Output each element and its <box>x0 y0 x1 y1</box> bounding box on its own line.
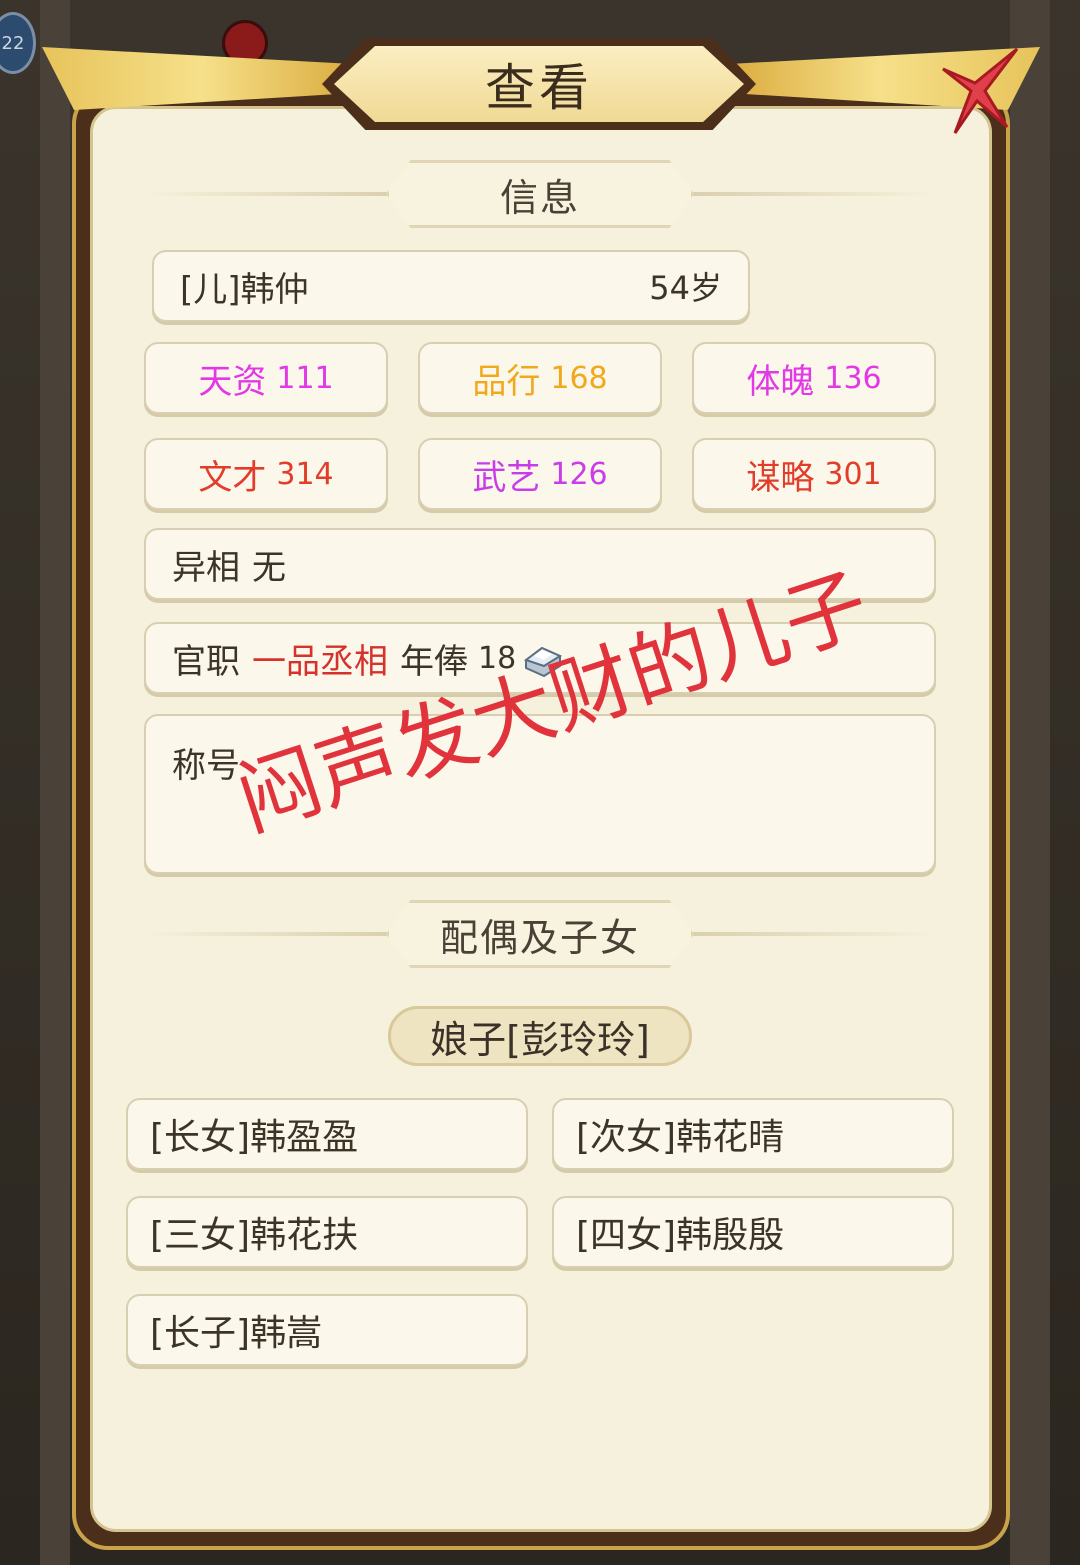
child-item[interactable]: [长子]韩嵩 <box>126 1294 528 1366</box>
divider-right <box>686 932 936 936</box>
stat-value: 136 <box>824 360 882 396</box>
office-label: 官职 <box>172 641 240 682</box>
stat-label: 文才 <box>198 457 267 498</box>
stat-strategy: 谋略 301 <box>692 438 936 510</box>
trait-value: 无 <box>252 547 286 588</box>
divider-left <box>144 192 394 196</box>
child-item[interactable]: [次女]韩花晴 <box>552 1098 954 1170</box>
child-item[interactable]: [长女]韩盈盈 <box>126 1098 528 1170</box>
spouse-button[interactable]: 娘子[彭玲玲] <box>388 1006 692 1066</box>
stat-value: 111 <box>276 360 334 396</box>
close-icon <box>942 47 1019 134</box>
stat-literature: 文才 314 <box>144 438 388 510</box>
trait-label: 异相 <box>172 547 240 588</box>
stat-physique: 体魄 136 <box>692 342 936 414</box>
stat-label: 天资 <box>198 361 267 402</box>
office-rank: 一品丞相 <box>252 641 388 682</box>
stat-label: 武艺 <box>472 457 541 498</box>
child-item[interactable]: [三女]韩花扶 <box>126 1196 528 1268</box>
family-section-header: 配偶及子女 <box>144 900 936 968</box>
family-section-label: 配偶及子女 <box>386 900 694 968</box>
stat-conduct: 品行 168 <box>418 342 662 414</box>
child-item[interactable]: [四女]韩殷殷 <box>552 1196 954 1268</box>
person-age: 54岁 <box>649 269 722 307</box>
close-button[interactable] <box>920 36 1030 146</box>
info-section-label: 信息 <box>386 160 694 228</box>
panel-title: 查看 <box>334 46 744 122</box>
stat-label: 品行 <box>472 361 541 402</box>
stat-label: 体魄 <box>746 361 815 402</box>
background-left-strip <box>40 0 70 1565</box>
stat-value: 301 <box>824 456 882 492</box>
background-right-strip <box>1010 0 1050 1565</box>
stat-value: 314 <box>276 456 334 492</box>
divider-right <box>686 192 936 196</box>
stat-value: 168 <box>550 360 608 396</box>
stat-martial: 武艺 126 <box>418 438 662 510</box>
stat-value: 126 <box>550 456 608 492</box>
info-section-header: 信息 <box>144 160 936 228</box>
person-name-box: [儿]韩仲 54岁 <box>152 250 750 322</box>
stat-talent: 天资 111 <box>144 342 388 414</box>
stat-label: 谋略 <box>746 457 815 498</box>
divider-left <box>144 932 394 936</box>
person-name: [儿]韩仲 <box>180 269 309 310</box>
